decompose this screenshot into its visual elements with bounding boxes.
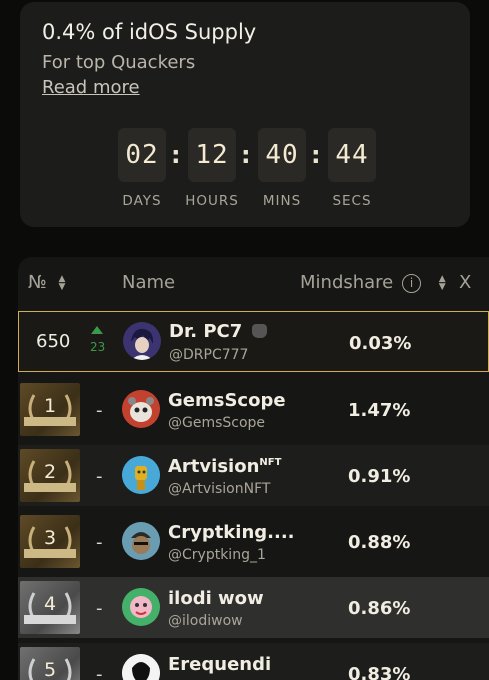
user-name: Erequendi (168, 654, 272, 675)
current-user-rank: 650 (36, 331, 71, 352)
user-mindshare: 0.86% (348, 598, 411, 619)
user-name-text: Artvision (168, 456, 260, 477)
avatar (122, 390, 160, 428)
table-row[interactable]: 2 - ArtvisionNFT @ArtvisionNFT 0.91% (18, 445, 489, 506)
rank-number: 1 (43, 395, 57, 417)
sort-icon[interactable]: ▲ ▼ (439, 275, 446, 292)
rank-header[interactable]: № ▲ ▼ (28, 272, 65, 293)
current-user-row[interactable]: 650 23 Dr. PC7 @DRPC777 0.03% (18, 311, 489, 372)
user-mindshare: 0.83% (348, 664, 411, 680)
promo-subtitle: For top Quackers (42, 52, 196, 73)
current-user-name-text: Dr. PC7 (169, 321, 243, 342)
table-row[interactable]: 1 - GemsScope @GemsScope 1.47% (18, 379, 489, 440)
mindshare-header[interactable]: Mindshare i ▲ ▼ (300, 272, 446, 293)
countdown-days-label: DAYS (122, 193, 162, 209)
rank-header-label: № (28, 272, 47, 293)
user-mindshare: 0.91% (348, 466, 411, 487)
promo-title: 0.4% of idOS Supply (42, 20, 257, 44)
user-mindshare: 0.88% (348, 532, 411, 553)
countdown-hours-label: HOURS (185, 193, 239, 209)
countdown-separator: : (171, 141, 181, 169)
countdown-mins: 40 (258, 128, 306, 182)
rank-change: - (96, 466, 103, 487)
name-header: Name (122, 272, 176, 293)
countdown-separator: : (241, 141, 251, 169)
user-mindshare: 1.47% (348, 400, 411, 421)
rank-badge: 4 (20, 581, 80, 634)
sort-icon[interactable]: ▲ ▼ (58, 275, 65, 292)
user-handle: @ilodiwow (168, 613, 243, 629)
user-name: Cryptking.... (168, 522, 295, 543)
countdown-mins-label: MINS (262, 193, 302, 209)
rank-badge: 1 (20, 383, 80, 436)
x-header: X (459, 272, 472, 293)
rank-change: 23 (90, 340, 106, 354)
rank-number: 5 (43, 659, 57, 680)
rank-change: - (96, 400, 103, 421)
countdown-secs-label: SECS (332, 193, 372, 209)
table-row[interactable]: 5 - Erequendi 0.83% (18, 643, 489, 680)
rank-up-icon (91, 326, 103, 334)
user-handle: @ArtvisionNFT (168, 481, 271, 497)
rank-number: 4 (43, 593, 57, 615)
countdown-secs: 44 (328, 128, 376, 182)
current-user-mindshare: 0.03% (349, 333, 412, 354)
table-row[interactable]: 4 - ilodi wow @ilodiwow 0.86% (18, 577, 489, 638)
user-name: ArtvisionNFT (168, 456, 281, 477)
rank-badge: 2 (20, 449, 80, 502)
countdown-hours: 12 (188, 128, 236, 182)
user-name: GemsScope (168, 390, 286, 411)
rank-number: 3 (43, 527, 57, 549)
rank-badge: 5 (20, 647, 80, 680)
user-name-superscript: NFT (259, 457, 282, 468)
table-row[interactable]: 3 - Cryptking.... @Cryptking_1 0.88% (18, 511, 489, 572)
avatar (123, 322, 161, 360)
info-icon[interactable]: i (402, 274, 421, 293)
rank-badge: 3 (20, 515, 80, 568)
avatar (122, 588, 160, 626)
ninja-emoji-icon (251, 324, 267, 338)
avatar (122, 522, 160, 560)
countdown-separator: : (311, 141, 321, 169)
rank-number: 2 (43, 461, 57, 483)
rank-change: - (96, 598, 103, 619)
current-user-handle: @DRPC777 (169, 347, 249, 363)
countdown-days: 02 (118, 128, 166, 182)
rank-change: - (96, 664, 103, 680)
avatar (122, 654, 160, 680)
user-handle: @Cryptking_1 (168, 547, 266, 563)
user-handle: @GemsScope (168, 415, 266, 431)
rank-change: - (96, 532, 103, 553)
user-name: ilodi wow (168, 588, 264, 609)
current-user-name: Dr. PC7 (169, 321, 267, 342)
promo-card: 0.4% of idOS Supply For top Quackers Rea… (20, 2, 470, 227)
read-more-link[interactable]: Read more (42, 77, 140, 98)
avatar (122, 456, 160, 494)
mindshare-header-label: Mindshare (300, 272, 394, 293)
